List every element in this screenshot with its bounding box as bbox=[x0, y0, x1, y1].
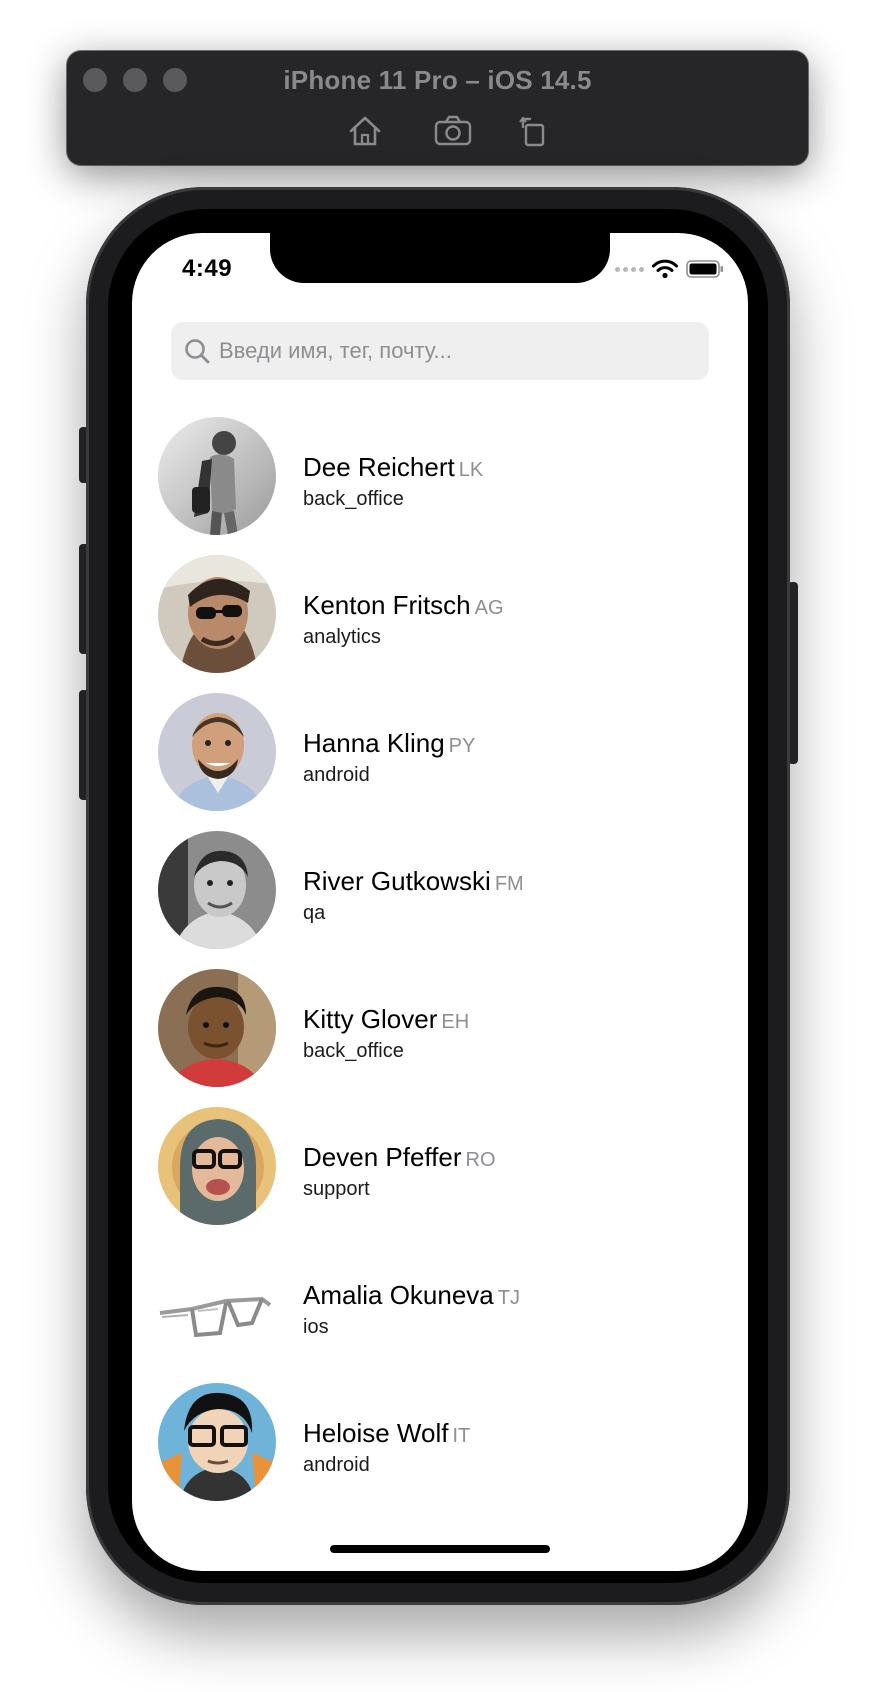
avatar bbox=[158, 1383, 276, 1501]
avatar bbox=[158, 1245, 276, 1363]
employee-code: FM bbox=[494, 873, 524, 895]
rotate-icon bbox=[519, 116, 545, 147]
screenshot-button[interactable] bbox=[431, 111, 475, 151]
employee-name: Kenton Fritsch bbox=[303, 590, 471, 620]
list-item[interactable]: Heloise Wolf IT android bbox=[132, 1382, 748, 1520]
employee-department: analytics bbox=[303, 626, 381, 648]
home-indicator[interactable] bbox=[330, 1545, 550, 1553]
search-input[interactable] bbox=[219, 338, 679, 364]
list-item[interactable]: Kitty Glover EH back_office bbox=[132, 968, 748, 1106]
employee-name: River Gutkowski bbox=[303, 866, 491, 896]
list-item[interactable]: Deven Pfeffer RO support bbox=[132, 1106, 748, 1244]
list-item[interactable]: Dee Reichert LK back_office bbox=[132, 416, 748, 554]
employee-name: Heloise Wolf bbox=[303, 1418, 449, 1448]
employee-department: back_office bbox=[303, 1040, 404, 1062]
home-icon bbox=[349, 116, 381, 146]
employee-code: RO bbox=[465, 1149, 496, 1171]
employee-department: android bbox=[303, 1454, 370, 1476]
employee-department: ios bbox=[303, 1316, 329, 1338]
avatar bbox=[158, 1107, 276, 1225]
list-item[interactable]: Kenton Fritsch AG analytics bbox=[132, 554, 748, 692]
avatar bbox=[158, 969, 276, 1087]
employee-code: IT bbox=[452, 1425, 471, 1447]
phone-screen: 4:49 Введи имя, тег, почту... Dee Reiche… bbox=[132, 233, 748, 1571]
list-item[interactable]: Amalia Okuneva TJ ios bbox=[132, 1244, 748, 1382]
list-item[interactable]: River Gutkowski FM qa bbox=[132, 830, 748, 968]
list-item[interactable]: Hanna Kling PY android bbox=[132, 692, 748, 830]
employee-department: back_office bbox=[303, 488, 404, 510]
employee-list: Dee Reichert LK back_office Kenton Frits… bbox=[132, 416, 748, 1520]
employee-name: Hanna Kling bbox=[303, 728, 445, 758]
simulator-toolbar: iPhone 11 Pro – iOS 14.5 bbox=[67, 51, 808, 165]
employee-name: Dee Reichert bbox=[303, 452, 455, 482]
employee-code: EH bbox=[441, 1011, 470, 1033]
screenshot-icon bbox=[434, 115, 472, 146]
employee-code: PY bbox=[448, 735, 476, 757]
avatar bbox=[158, 693, 276, 811]
status-icons bbox=[615, 257, 724, 281]
status-time: 4:49 bbox=[182, 255, 233, 282]
wifi-icon bbox=[652, 259, 678, 279]
simulator-title: iPhone 11 Pro – iOS 14.5 bbox=[283, 65, 592, 95]
avatar bbox=[158, 555, 276, 673]
employee-department: android bbox=[303, 764, 370, 786]
employee-name: Deven Pfeffer bbox=[303, 1142, 462, 1172]
employee-code: AG bbox=[474, 597, 504, 619]
home-button[interactable] bbox=[343, 111, 387, 151]
employee-department: qa bbox=[303, 902, 326, 924]
search-bar[interactable] bbox=[171, 322, 709, 380]
notch bbox=[270, 233, 610, 283]
avatar bbox=[158, 417, 276, 535]
battery-icon bbox=[686, 260, 723, 278]
cellular-dots-icon bbox=[615, 266, 644, 272]
rotate-button[interactable] bbox=[511, 111, 555, 151]
employee-code: TJ bbox=[497, 1287, 520, 1309]
search-icon bbox=[183, 337, 211, 365]
employee-code: LK bbox=[458, 459, 484, 481]
employee-name: Kitty Glover bbox=[303, 1004, 438, 1034]
employee-department: support bbox=[303, 1178, 370, 1200]
employee-name: Amalia Okuneva bbox=[303, 1280, 494, 1310]
avatar bbox=[158, 831, 276, 949]
